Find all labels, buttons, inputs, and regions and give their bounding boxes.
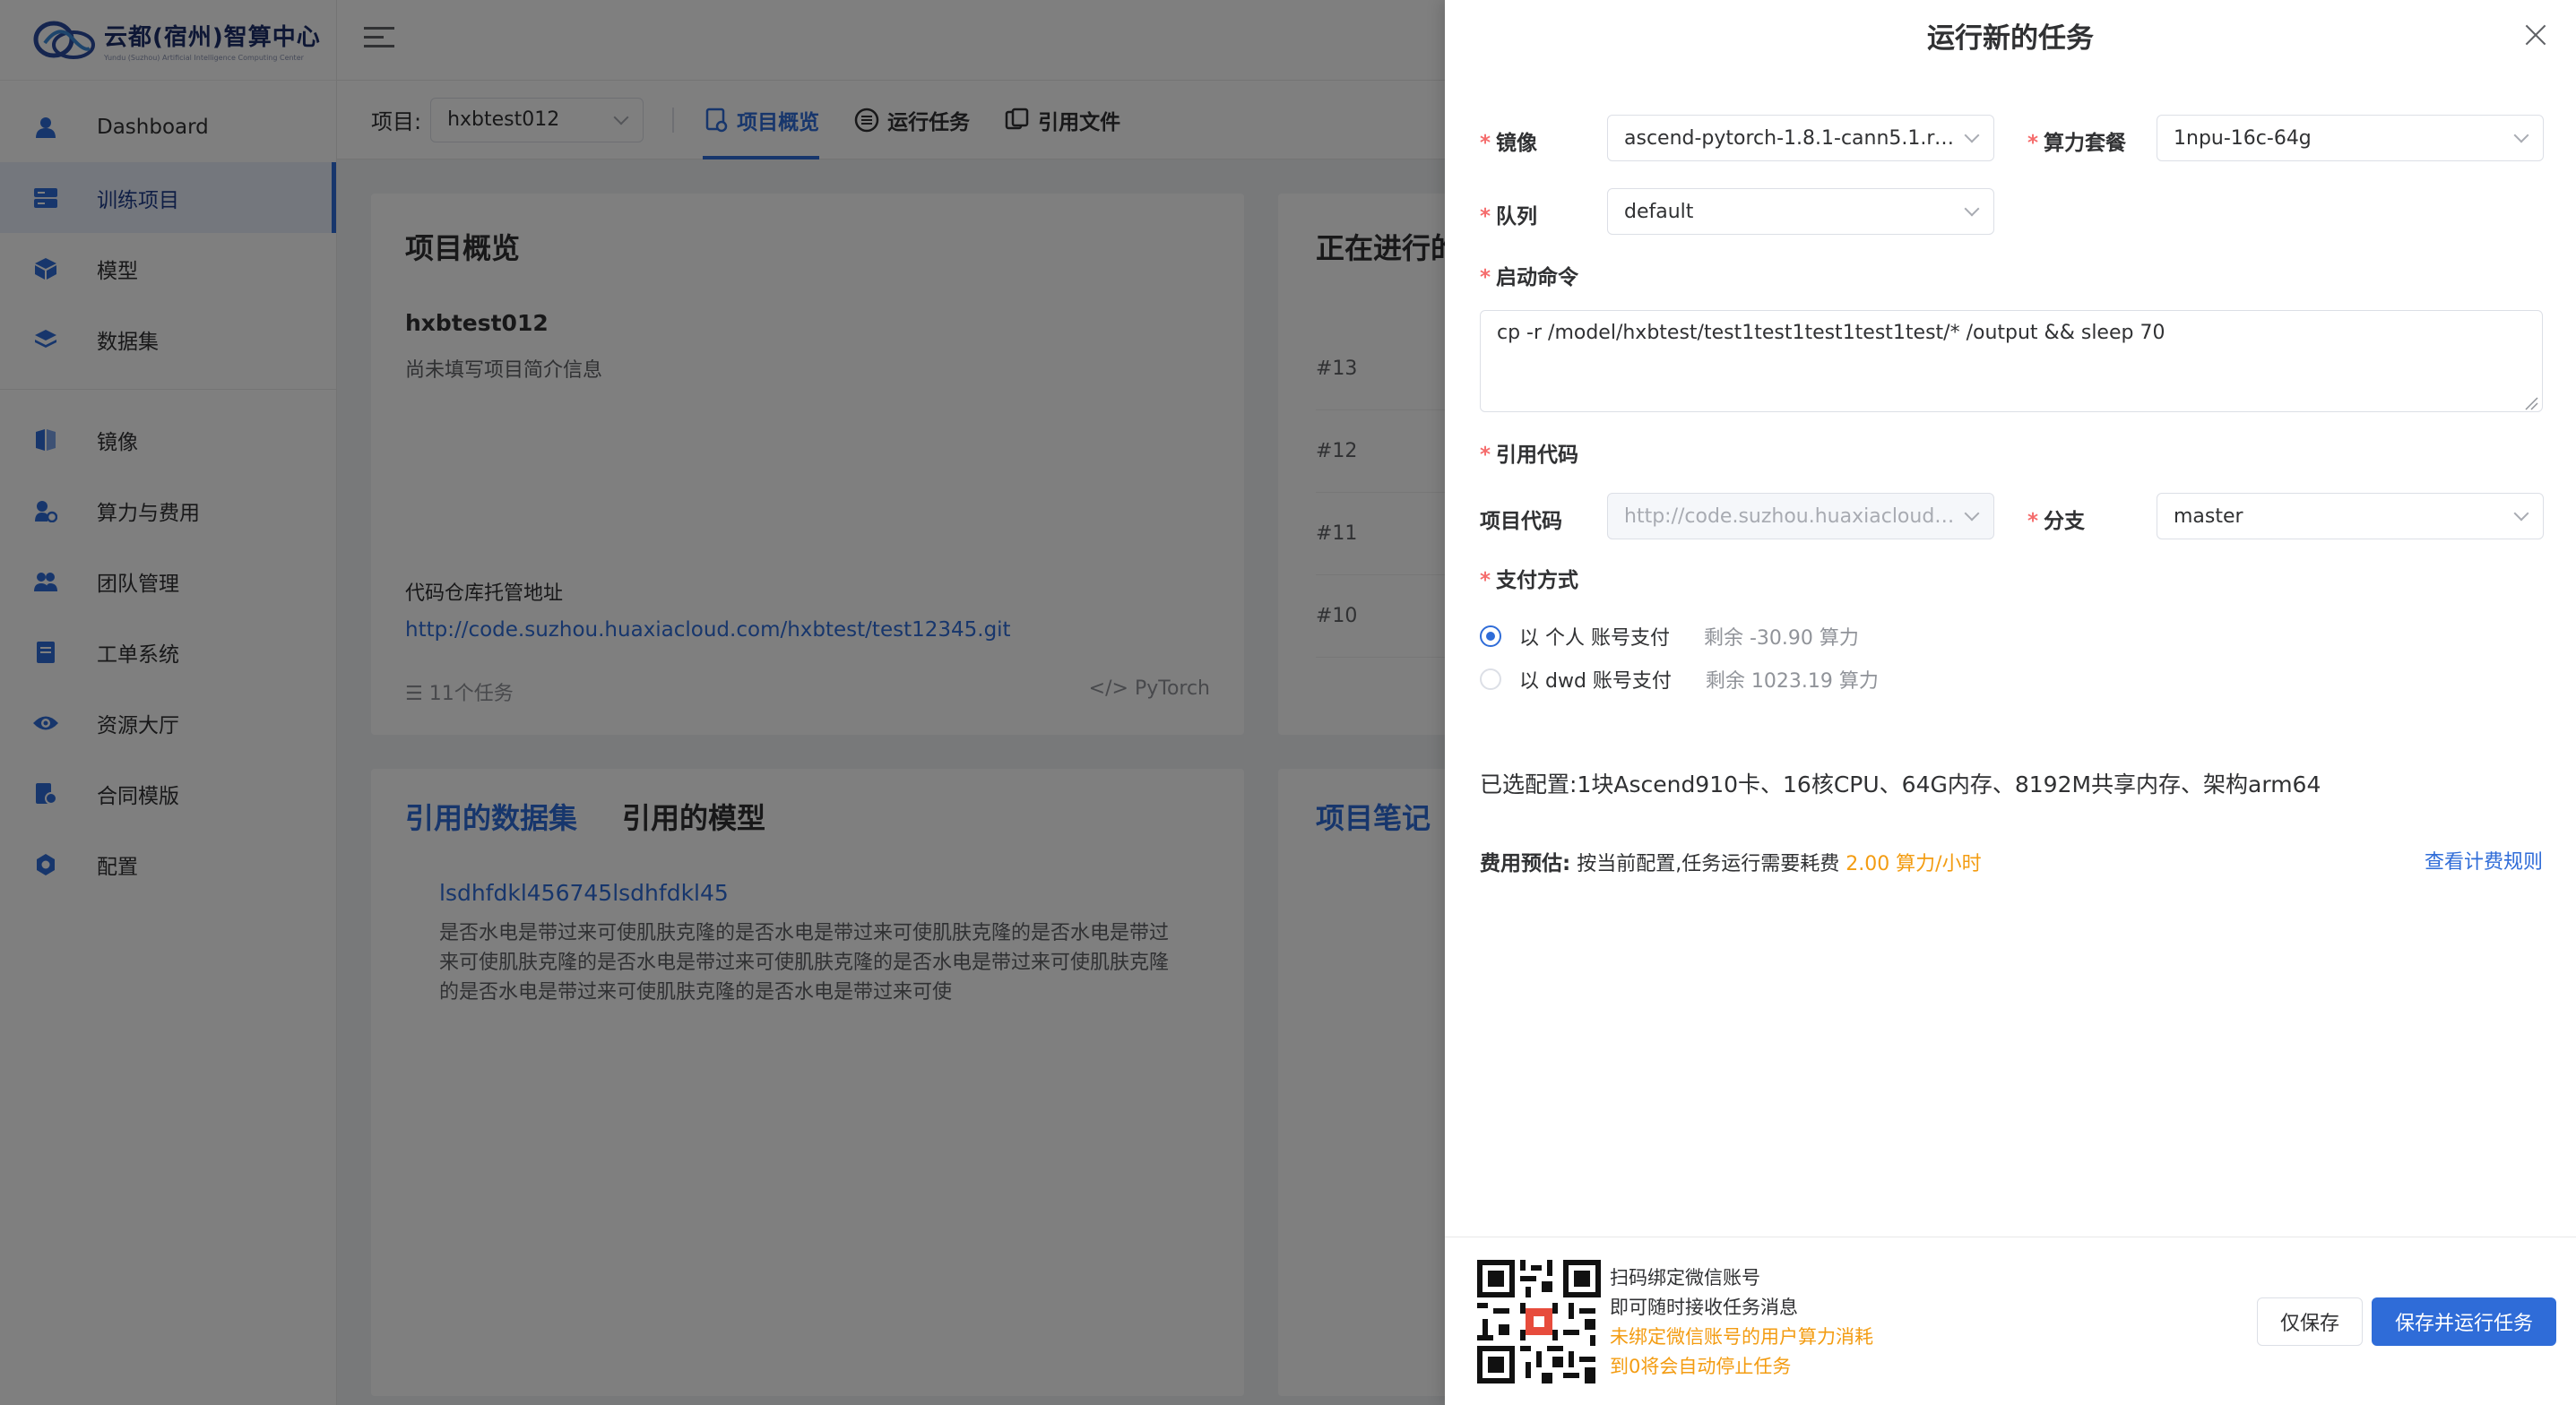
chevron-down-icon	[2513, 127, 2529, 143]
chevron-down-icon	[2513, 505, 2529, 521]
chevron-down-icon	[1964, 505, 1980, 521]
save-only-button[interactable]: 仅保存	[2257, 1297, 2363, 1346]
radio-checked-icon[interactable]	[1480, 625, 1501, 647]
qr-text: 扫码绑定微信账号 即可随时接收任务消息 未绑定微信账号的用户算力消耗 到0将会自…	[1610, 1263, 1873, 1382]
queue-label: * 队列	[1480, 199, 1537, 229]
cost-prefix: 按当前配置,任务运行需要耗费	[1577, 853, 1840, 875]
command-value: cp -r /model/hxbtest/test1test1test1test…	[1497, 322, 2165, 344]
required-mark: *	[1480, 444, 1491, 467]
payment-option-dwd[interactable]: 以 dwd 账号支付 剩余 1023.19 算力	[1480, 665, 1879, 694]
payment-balance: 剩余 1023.19 算力	[1705, 670, 1879, 693]
required-mark: *	[2027, 132, 2039, 155]
required-mark: *	[1480, 569, 1491, 592]
queue-select[interactable]: default	[1607, 188, 1994, 235]
branch-label: * 分支	[2027, 504, 2085, 534]
package-select-value: 1npu-16c-64g	[2174, 126, 2312, 150]
save-and-run-button[interactable]: 保存并运行任务	[2372, 1297, 2556, 1346]
queue-label-text: 队列	[1496, 205, 1538, 228]
payment-label-text: 支付方式	[1496, 569, 1579, 592]
resize-handle-icon[interactable]	[2524, 393, 2538, 410]
branch-label-text: 分支	[2044, 510, 2086, 533]
required-mark: *	[1480, 266, 1491, 289]
project-code-value: http://code.suzhou.huaxiacloud.c...	[1624, 504, 1956, 528]
qr-warning-2: 到0将会自动停止任务	[1610, 1356, 1792, 1377]
command-label-text: 启动命令	[1496, 266, 1579, 289]
image-label-text: 镜像	[1496, 132, 1538, 155]
radio-unchecked-icon[interactable]	[1480, 668, 1501, 690]
package-select[interactable]: 1npu-16c-64g	[2157, 115, 2544, 161]
config-label: 已选配置:	[1480, 771, 1578, 797]
required-mark: *	[1480, 205, 1491, 228]
image-label: * 镜像	[1480, 125, 1537, 156]
project-code-select: http://code.suzhou.huaxiacloud.c...	[1607, 493, 1994, 539]
command-label: * 启动命令	[1480, 260, 1578, 290]
config-value: 1块Ascend910卡、16核CPU、64G内存、8192M共享内存、架构ar…	[1577, 771, 2321, 797]
queue-select-value: default	[1624, 200, 1694, 223]
selected-config: 已选配置:1块Ascend910卡、16核CPU、64G内存、8192M共享内存…	[1480, 767, 2321, 799]
package-label: * 算力套餐	[2027, 125, 2126, 156]
code-ref-label: * 引用代码	[1480, 437, 1578, 468]
image-select[interactable]: ascend-pytorch-1.8.1-cann5.1.rc2...	[1607, 115, 1994, 161]
branch-select-value: master	[2174, 504, 2243, 528]
chevron-down-icon	[1964, 201, 1980, 217]
qr-warning-1: 未绑定微信账号的用户算力消耗	[1610, 1326, 1873, 1348]
required-mark: *	[1480, 132, 1491, 155]
close-icon[interactable]	[2522, 22, 2549, 48]
cost-label: 费用预估:	[1480, 852, 1571, 875]
package-label-text: 算力套餐	[2044, 132, 2127, 155]
payment-option-label: 以 dwd 账号支付	[1519, 670, 1672, 693]
code-ref-label-text: 引用代码	[1496, 444, 1579, 467]
image-select-value: ascend-pytorch-1.8.1-cann5.1.rc2...	[1624, 126, 1956, 150]
qr-code-icon	[1477, 1260, 1601, 1383]
drawer-title: 运行新的任务	[1927, 22, 2094, 55]
cost-estimate: 费用预估: 按当前配置,任务运行需要耗费 2.00 算力/小时	[1480, 846, 1982, 876]
command-textarea[interactable]: cp -r /model/hxbtest/test1test1test1test…	[1480, 310, 2543, 412]
branch-select[interactable]: master	[2157, 493, 2544, 539]
qr-line-1: 扫码绑定微信账号	[1610, 1267, 1760, 1289]
qr-line-2: 即可随时接收任务消息	[1610, 1297, 1798, 1318]
payment-option-label: 以 个人 账号支付	[1519, 627, 1670, 650]
billing-rules-link[interactable]: 查看计费规则	[2425, 846, 2543, 875]
payment-label: * 支付方式	[1480, 563, 1578, 593]
chevron-down-icon	[1964, 127, 1980, 143]
required-mark: *	[2027, 510, 2039, 533]
payment-option-personal[interactable]: 以 个人 账号支付 剩余 -30.90 算力	[1480, 622, 1859, 651]
drawer-header: 运行新的任务	[1445, 0, 2576, 70]
project-code-label: 项目代码	[1480, 510, 1562, 533]
payment-balance: 剩余 -30.90 算力	[1704, 627, 1859, 650]
cost-amount: 2.00 算力/小时	[1846, 853, 1982, 875]
